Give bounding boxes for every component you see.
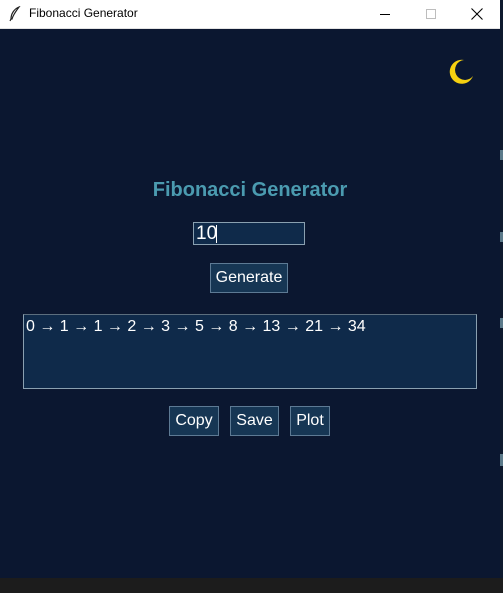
moon-icon[interactable] xyxy=(444,56,476,88)
taskbar-strip xyxy=(0,578,503,593)
close-icon xyxy=(471,8,483,20)
feather-icon xyxy=(9,6,21,22)
save-button[interactable]: Save xyxy=(230,406,279,436)
plot-button[interactable]: Plot xyxy=(290,406,330,436)
copy-button[interactable]: Copy xyxy=(169,406,219,436)
text-caret xyxy=(216,225,217,243)
app-window: Fibonacci Generator Fibonacci Generator … xyxy=(0,0,503,593)
sequence-output[interactable]: 0 → 1 → 1 → 2 → 3 → 5 → 8 → 13 → 21 → 34 xyxy=(23,314,477,389)
page-title: Fibonacci Generator xyxy=(152,179,348,201)
title-bar: Fibonacci Generator xyxy=(0,0,500,29)
minimize-button[interactable] xyxy=(362,0,408,28)
close-button[interactable] xyxy=(454,0,500,28)
window-title: Fibonacci Generator xyxy=(29,6,138,20)
minimize-icon xyxy=(380,14,390,15)
generate-button[interactable]: Generate xyxy=(210,263,288,293)
maximize-button[interactable] xyxy=(408,0,454,28)
count-input[interactable] xyxy=(193,222,305,245)
maximize-icon xyxy=(426,9,436,19)
